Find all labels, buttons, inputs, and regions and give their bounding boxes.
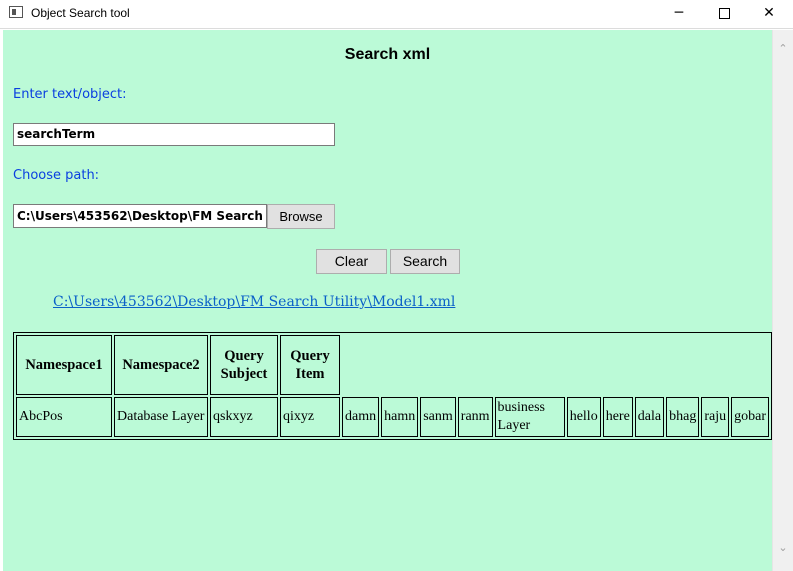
table-cell: qskxyz [210,397,278,437]
close-button[interactable]: ✕ [746,0,792,28]
clear-button[interactable]: Clear [316,249,387,274]
header-query-item: Query Item [280,335,340,395]
table-cell: Database Layer [114,397,208,437]
table-cell: bhag [666,397,700,437]
header-namespace2: Namespace2 [114,335,208,395]
page-title: Search xml [344,46,431,63]
result-file-link[interactable]: C:\Users\453562\Desktop\FM Search Utilit… [53,294,455,310]
browse-button[interactable]: Browse [267,204,335,229]
table-cell: hamn [381,397,419,437]
header-query-subject: Query Subject [210,335,278,395]
table-row: AbcPos Database Layer qskxyz qixyz damn … [16,397,769,437]
table-cell: sanm [420,397,456,437]
table-cell: raju [701,397,730,437]
title-bar: Object Search tool ─ ✕ [0,0,793,29]
table-cell: qixyz [280,397,340,437]
vertical-scrollbar[interactable]: ⌃ ⌄ [772,30,793,571]
table-cell: dala [634,397,665,437]
results-table: Namespace1 Namespace2 Query Subject Quer… [13,332,772,440]
minimize-icon: ─ [674,5,684,21]
text-label: Enter text/object: [13,87,127,102]
table-cell: gobar [731,397,769,437]
close-icon: ✕ [763,5,775,21]
content-area: Search xml Enter text/object: searchTerm… [3,30,772,571]
table-cell: hello [566,397,601,437]
table-cell: here [602,397,633,437]
search-text-input[interactable]: searchTerm [13,123,335,146]
table-cell: damn [342,397,380,437]
path-input[interactable]: C:\Users\453562\Desktop\FM Search Utilit… [13,204,267,228]
header-namespace1: Namespace1 [16,335,112,395]
app-icon [9,6,23,18]
minimize-button[interactable]: ─ [656,0,702,28]
chevron-up-icon[interactable]: ⌃ [773,40,793,57]
maximize-icon [718,8,730,19]
maximize-button[interactable] [701,0,747,28]
chevron-down-icon[interactable]: ⌄ [773,539,793,556]
window-title: Object Search tool [31,6,130,20]
table-cell: AbcPos [16,397,112,437]
path-label: Choose path: [13,168,100,183]
search-button[interactable]: Search [390,249,460,274]
table-cell: ranm [457,397,493,437]
table-header-row: Namespace1 Namespace2 Query Subject Quer… [16,335,769,395]
table-cell: business Layer [494,397,565,437]
